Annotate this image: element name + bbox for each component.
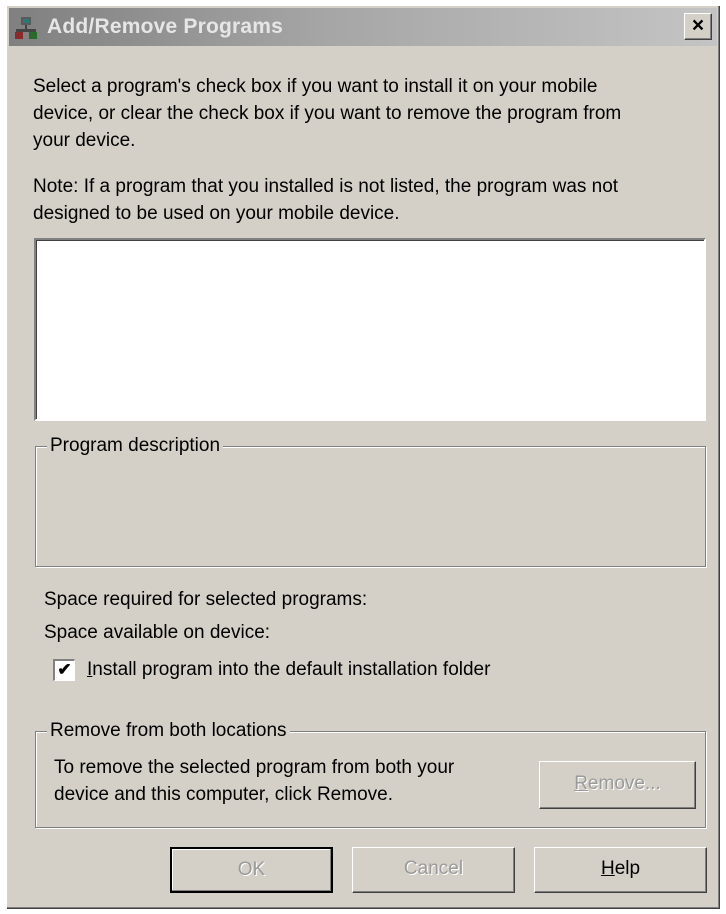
- instructions-line: Select a program's check box if you want…: [33, 76, 598, 97]
- remove-button-label: emove...: [587, 773, 661, 794]
- help-button-mnemonic: H: [600, 858, 615, 879]
- space-required-label: Space required for selected programs:: [44, 589, 368, 610]
- remove-both-locations-label: Remove from both locations: [47, 720, 290, 742]
- remove-both-line: device and this computer, click Remove.: [54, 784, 393, 805]
- program-description-group: Program description: [35, 435, 706, 567]
- instructions-text: Select a program's check box if you want…: [33, 73, 621, 154]
- help-button-label: elp: [614, 858, 641, 879]
- note-text: Note: If a program that you installed is…: [33, 173, 618, 227]
- help-button[interactable]: Help: [534, 847, 707, 893]
- ok-button[interactable]: OK: [170, 847, 333, 893]
- instructions-line: device, or clear the check box if you wa…: [33, 103, 622, 124]
- window-title: Add/Remove Programs: [47, 15, 284, 38]
- remove-button[interactable]: Remove...: [539, 761, 696, 809]
- close-button[interactable]: ×: [684, 13, 712, 40]
- programs-app-icon: [15, 17, 37, 39]
- title-bar[interactable]: Add/Remove Programs ×: [9, 8, 717, 46]
- install-default-checkbox[interactable]: ✔: [53, 659, 75, 681]
- check-mark-icon: ✔: [57, 660, 72, 679]
- instructions-line: your device.: [33, 130, 136, 151]
- space-available-label: Space available on device:: [44, 622, 271, 643]
- install-default-label[interactable]: Install program into the default install…: [87, 656, 490, 683]
- note-line: designed to be used on your mobile devic…: [33, 203, 400, 224]
- remove-both-text: To remove the selected program from both…: [54, 754, 454, 808]
- add-remove-programs-dialog: Add/Remove Programs × Select a program's…: [6, 5, 720, 909]
- remove-both-line: To remove the selected program from both…: [54, 757, 455, 778]
- cancel-button[interactable]: Cancel: [352, 847, 515, 893]
- program-description-label: Program description: [47, 435, 224, 457]
- program-list[interactable]: [34, 238, 706, 421]
- remove-both-locations-group: Remove from both locations To remove the…: [35, 720, 706, 828]
- note-line: Note: If a program that you installed is…: [33, 176, 619, 197]
- remove-button-mnemonic: R: [574, 773, 588, 794]
- install-default-label-rest: nstall program into the default installa…: [92, 659, 491, 680]
